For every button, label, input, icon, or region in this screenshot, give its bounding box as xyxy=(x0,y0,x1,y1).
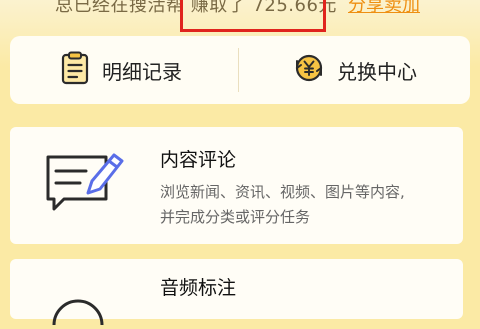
task-card-content-review[interactable]: 内容评论 浏览新闻、资讯、视频、图片等内容, 并完成分类或评分任务 xyxy=(10,127,463,244)
records-label: 明细记录 xyxy=(102,59,182,84)
task-description-line: 浏览新闻、资讯、视频、图片等内容, xyxy=(160,183,405,201)
share-link[interactable]: 分享卖加 xyxy=(348,0,420,17)
exchange-center-button[interactable]: 兑换中心 xyxy=(293,46,417,94)
clipboard-list-icon xyxy=(60,51,90,89)
task-title: 内容评论 xyxy=(160,149,237,171)
audio-icon xyxy=(48,285,108,329)
task-title: 音频标注 xyxy=(160,277,237,299)
nav-divider xyxy=(238,48,239,92)
exchange-label: 兑换中心 xyxy=(337,59,417,84)
message-edit-icon xyxy=(42,149,128,217)
nav-card: 明细记录 兑换中心 xyxy=(10,36,470,104)
earnings-amount-highlight xyxy=(180,0,326,32)
records-button[interactable]: 明细记录 xyxy=(60,46,182,94)
yen-exchange-icon xyxy=(293,52,325,88)
task-description: 浏览新闻、资讯、视频、图片等内容, 并完成分类或评分任务 xyxy=(160,180,405,230)
task-card-audio-annotation[interactable]: 音频标注 xyxy=(10,259,463,326)
task-description-line: 并完成分类或评分任务 xyxy=(160,208,311,226)
